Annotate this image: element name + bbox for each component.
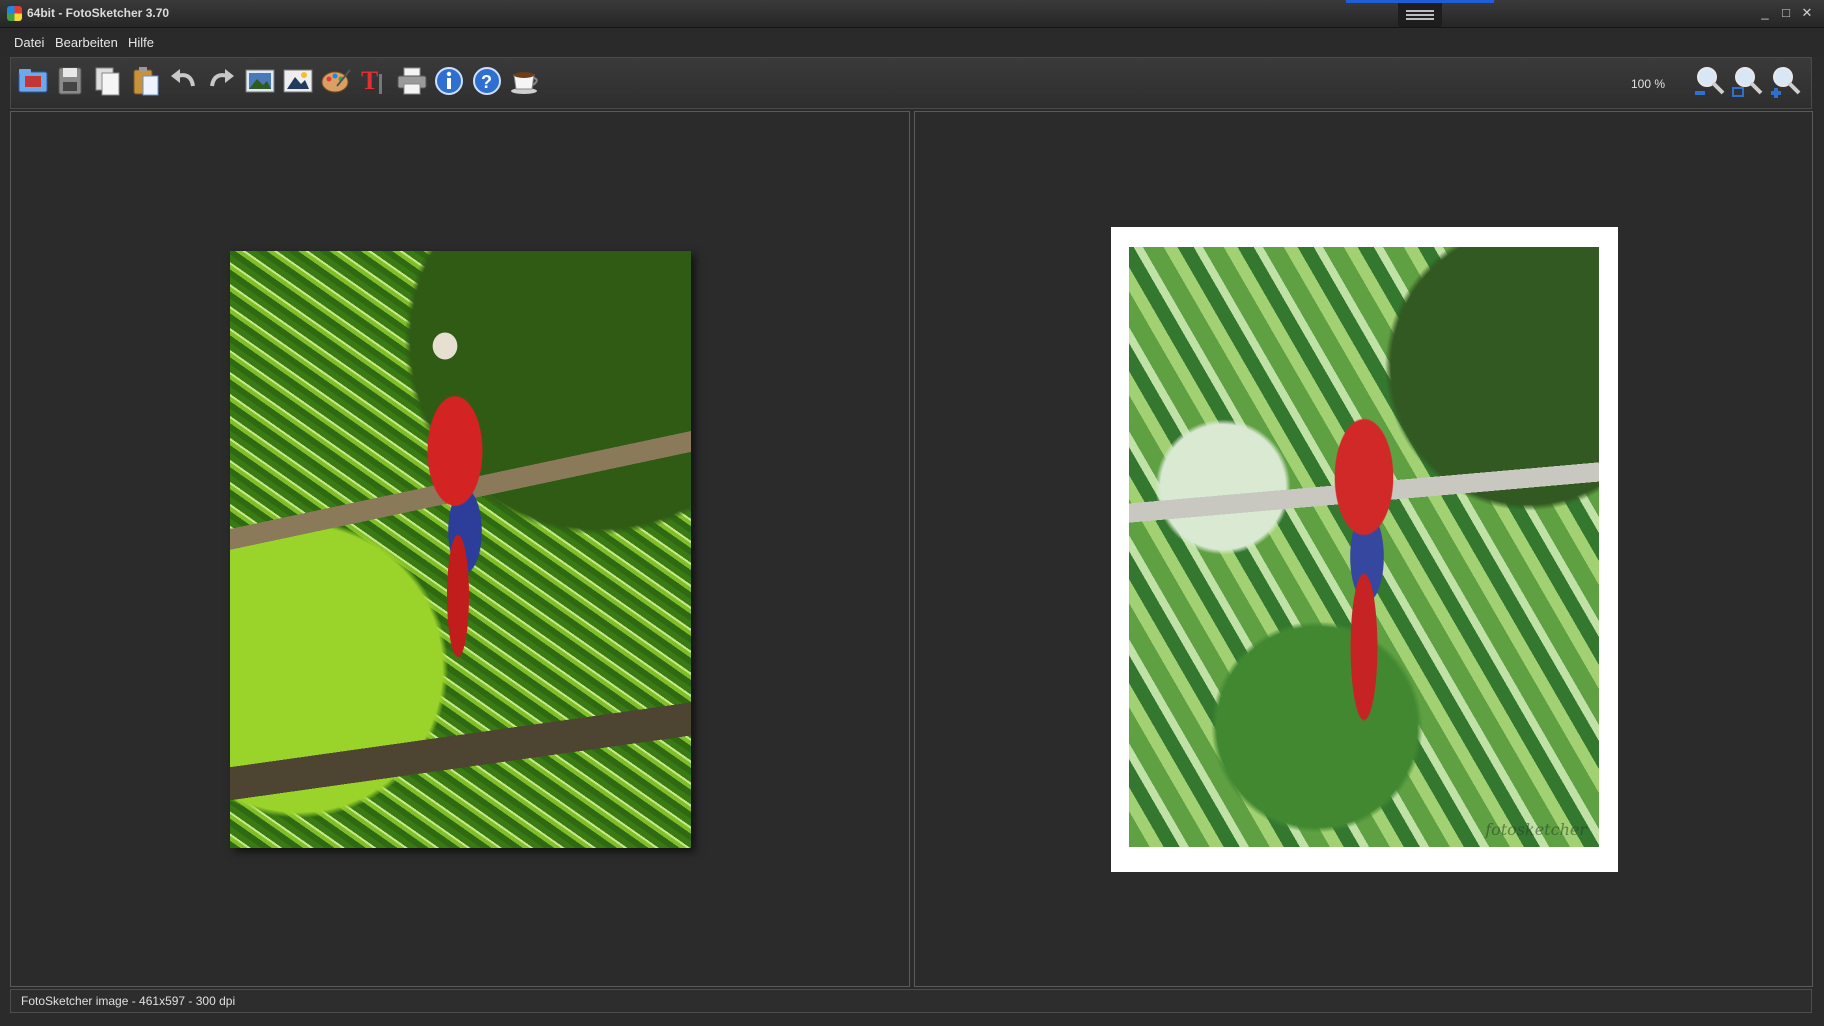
original-image-panel[interactable] <box>10 111 910 987</box>
save-icon <box>58 67 82 95</box>
zoom-out-icon <box>1695 67 1725 95</box>
menu-datei[interactable]: Datei <box>14 35 44 50</box>
status-text: FotoSketcher image - 461x597 - 300 dpi <box>21 994 236 1008</box>
zoom-out-button[interactable] <box>1693 64 1727 98</box>
coffee-cup-icon <box>511 72 538 94</box>
redo-icon <box>210 69 234 87</box>
toolbar: T ? 100 % <box>10 57 1812 109</box>
close-button[interactable]: ✕ <box>1798 4 1816 22</box>
zoom-in-icon <box>1771 67 1801 98</box>
menu-hilfe[interactable]: Hilfe <box>128 35 154 50</box>
copy-button[interactable] <box>91 64 125 98</box>
donate-button[interactable] <box>508 64 542 98</box>
help-button[interactable]: ? <box>470 64 504 98</box>
title-bar: 64bit - FotoSketcher 3.70 _ □ ✕ <box>0 0 1824 28</box>
original-image-icon <box>245 69 275 93</box>
info-button[interactable] <box>432 64 466 98</box>
svg-text:T: T <box>361 66 378 95</box>
result-image-panel[interactable]: fotosketcher <box>914 111 1813 987</box>
open-image-icon <box>18 69 48 93</box>
zoom-reset-icon <box>1732 67 1763 97</box>
zoom-level: 100 % <box>1631 77 1666 91</box>
minimize-button[interactable]: _ <box>1756 4 1774 22</box>
watermark-signature: fotosketcher <box>1485 820 1587 839</box>
info-icon <box>435 67 463 95</box>
open-image-button[interactable] <box>16 64 50 98</box>
window-drag-handle[interactable] <box>1398 3 1442 27</box>
text-tool-icon: T <box>361 66 382 95</box>
zoom-in-button[interactable] <box>1769 64 1803 98</box>
sketch-result-frame: fotosketcher <box>1111 227 1618 872</box>
painting-options-button[interactable] <box>319 64 353 98</box>
original-photo <box>230 251 691 848</box>
copy-icon <box>95 67 120 96</box>
print-icon <box>397 67 427 95</box>
add-text-button[interactable]: T <box>357 64 391 98</box>
original-image-button[interactable] <box>243 64 277 98</box>
save-button[interactable] <box>53 64 87 98</box>
zoom-reset-button[interactable] <box>1731 64 1765 98</box>
maximize-button[interactable]: □ <box>1777 4 1795 22</box>
paste-button[interactable] <box>129 64 163 98</box>
redo-button[interactable] <box>204 64 238 98</box>
paste-icon <box>133 67 159 96</box>
result-image-button[interactable] <box>281 64 315 98</box>
print-button[interactable] <box>395 64 429 98</box>
help-icon: ? <box>473 67 501 95</box>
status-bar: FotoSketcher image - 461x597 - 300 dpi <box>10 989 1812 1013</box>
sketch-result-image: fotosketcher <box>1129 247 1599 847</box>
undo-icon <box>171 69 195 87</box>
menu-bar: Datei Bearbeiten Hilfe <box>0 28 1824 56</box>
undo-button[interactable] <box>167 64 201 98</box>
svg-text:?: ? <box>481 72 492 92</box>
paint-palette-icon <box>321 69 351 93</box>
result-image-icon <box>283 69 313 93</box>
window-title: 64bit - FotoSketcher 3.70 <box>27 6 170 20</box>
app-logo-icon <box>7 6 22 21</box>
menu-bearbeiten[interactable]: Bearbeiten <box>55 35 118 50</box>
